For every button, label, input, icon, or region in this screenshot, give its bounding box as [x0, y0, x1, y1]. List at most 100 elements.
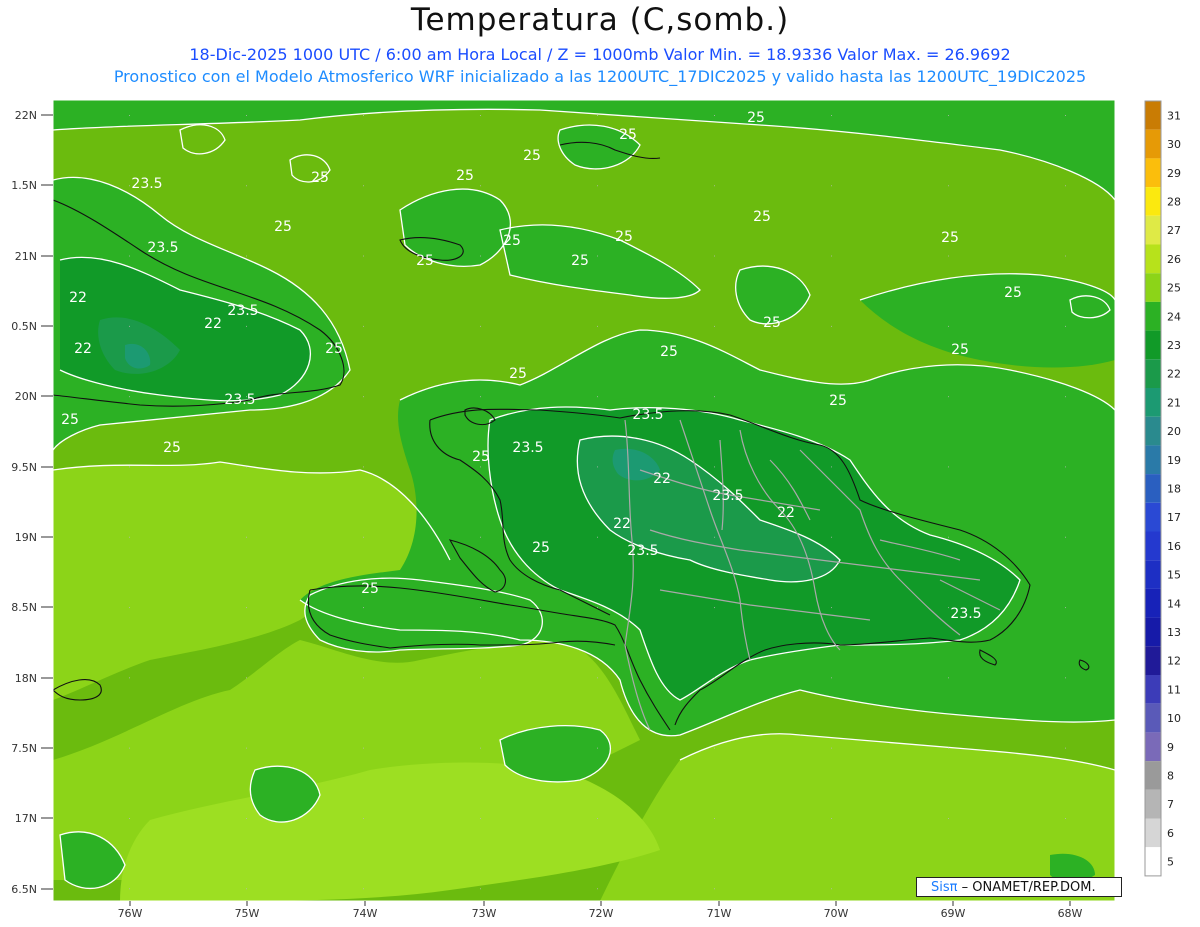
colorbar-label: 15 [1167, 569, 1181, 582]
colorbar-label: 8 [1167, 769, 1174, 782]
lat-label: 20N [15, 390, 37, 403]
contour-label: 25 [503, 233, 521, 249]
lon-label: 74W [353, 907, 378, 920]
colorbar-swatch [1145, 531, 1161, 561]
contour-label: 25 [456, 168, 474, 184]
contour-label: 23.5 [632, 407, 663, 423]
colorbar-label: 13 [1167, 626, 1181, 639]
lon-label: 76W [118, 907, 143, 920]
colorbar-label: 28 [1167, 195, 1181, 208]
colorbar-label: 21 [1167, 396, 1181, 409]
colorbar-label: 11 [1167, 683, 1181, 696]
lon-label: 70W [824, 907, 849, 920]
colorbar-swatch [1145, 474, 1161, 503]
contour-label: 25 [571, 253, 589, 269]
lon-label: 73W [472, 907, 497, 920]
sispi-logo: Sisπ [931, 880, 958, 895]
contour-label: 25 [532, 540, 550, 556]
colorbar-swatch [1145, 732, 1161, 762]
contour-label: 25 [615, 229, 633, 245]
colorbar-swatch [1145, 588, 1161, 618]
colorbar-label: 16 [1167, 540, 1181, 553]
contour-label: 22 [204, 316, 222, 332]
contour-label: 25 [619, 127, 637, 143]
colorbar-swatch [1145, 129, 1161, 159]
longitude-axis: 76W 75W 74W 73W 72W 71W 70W 69W 68W [118, 901, 1083, 920]
colorbar-label: 7 [1167, 798, 1174, 811]
contour-label: 22 [69, 290, 87, 306]
contour-label: 25 [163, 440, 181, 456]
colorbar-label: 25 [1167, 282, 1181, 295]
credit-box: Sisπ – ONAMET/REP.DOM. [916, 877, 1122, 897]
colorbar-swatch [1145, 847, 1161, 876]
contour-label: 25 [660, 344, 678, 360]
contour-label: 25 [361, 581, 379, 597]
colorbar-label: 14 [1167, 597, 1181, 610]
colorbar-swatch [1145, 359, 1161, 388]
colorbar-swatch [1145, 703, 1161, 733]
colorbar-label: 22 [1167, 368, 1181, 381]
contour-label: 25 [753, 209, 771, 225]
contour-label: 23.5 [147, 240, 178, 256]
colorbar-swatch [1145, 445, 1161, 475]
colorbar-swatch [1145, 273, 1161, 302]
lat-label: 18N [15, 672, 37, 685]
colorbar-label: 17 [1167, 511, 1181, 524]
colorbar-label: 26 [1167, 253, 1181, 266]
colorbar-swatch [1145, 560, 1161, 589]
contour-label: 25 [763, 315, 781, 331]
colorbar-label: 20 [1167, 425, 1181, 438]
colorbar-label: 9 [1167, 741, 1174, 754]
colorbar-swatch [1145, 416, 1161, 446]
contour-label: 25 [747, 110, 765, 126]
contour-label: 22 [653, 471, 671, 487]
colorbar: 31 30 29 28 27 26 25 24 23 22 21 20 19 18 17 16 15 14 13 12… [1144, 100, 1181, 877]
contour-label: 25 [311, 170, 329, 186]
lat-label: 9.5N [11, 461, 37, 474]
lat-label: 7.5N [11, 742, 37, 755]
lon-label: 72W [589, 907, 614, 920]
colorbar-swatch [1145, 646, 1161, 675]
colorbar-swatch [1145, 818, 1161, 848]
contour-label: 25 [61, 412, 79, 428]
lon-label: 75W [235, 907, 260, 920]
contour-label: 23.5 [224, 392, 255, 408]
lat-label: 22N [15, 109, 37, 122]
colorbar-label: 31 [1167, 109, 1181, 122]
contour-label: 22 [613, 516, 631, 532]
latitude-axis: 22N 1.5N 21N 0.5N 20N 9.5N 19N 8.5N 18N 7.5N 17N 6.… [11, 109, 53, 896]
colorbar-label: 23 [1167, 339, 1181, 352]
lat-label: 6.5N [11, 883, 37, 896]
colorbar-swatch [1145, 388, 1161, 417]
colorbar-swatch [1145, 215, 1161, 245]
colorbar-swatch [1145, 789, 1161, 819]
colorbar-swatch [1145, 761, 1161, 790]
colorbar-label: 19 [1167, 454, 1181, 467]
lon-label: 71W [707, 907, 732, 920]
colorbar-label: 24 [1167, 310, 1181, 323]
contour-label: 23.5 [227, 303, 258, 319]
lon-label: 69W [941, 907, 966, 920]
colorbar-label: 30 [1167, 138, 1181, 151]
colorbar-swatch [1145, 502, 1161, 532]
colorbar-swatch [1145, 301, 1161, 331]
contour-label: 23.5 [950, 606, 981, 622]
colorbar-swatch [1145, 101, 1161, 130]
lat-label: 8.5N [11, 601, 37, 614]
contour-label: 25 [472, 449, 490, 465]
contour-label: 23.5 [627, 543, 658, 559]
contour-label: 25 [951, 342, 969, 358]
lat-label: 17N [15, 812, 37, 825]
colorbar-swatch [1145, 187, 1161, 216]
contour-label: 22 [74, 341, 92, 357]
contour-label: 23.5 [131, 176, 162, 192]
contour-label: 25 [829, 393, 847, 409]
colorbar-swatch [1145, 617, 1161, 647]
contour-label: 25 [274, 219, 292, 235]
lon-label: 68W [1058, 907, 1083, 920]
map-field [53, 100, 1115, 901]
lat-label: 1.5N [11, 179, 37, 192]
contour-label: 23.5 [512, 440, 543, 456]
colorbar-label: 18 [1167, 482, 1181, 495]
contour-label: 23.5 [712, 488, 743, 504]
